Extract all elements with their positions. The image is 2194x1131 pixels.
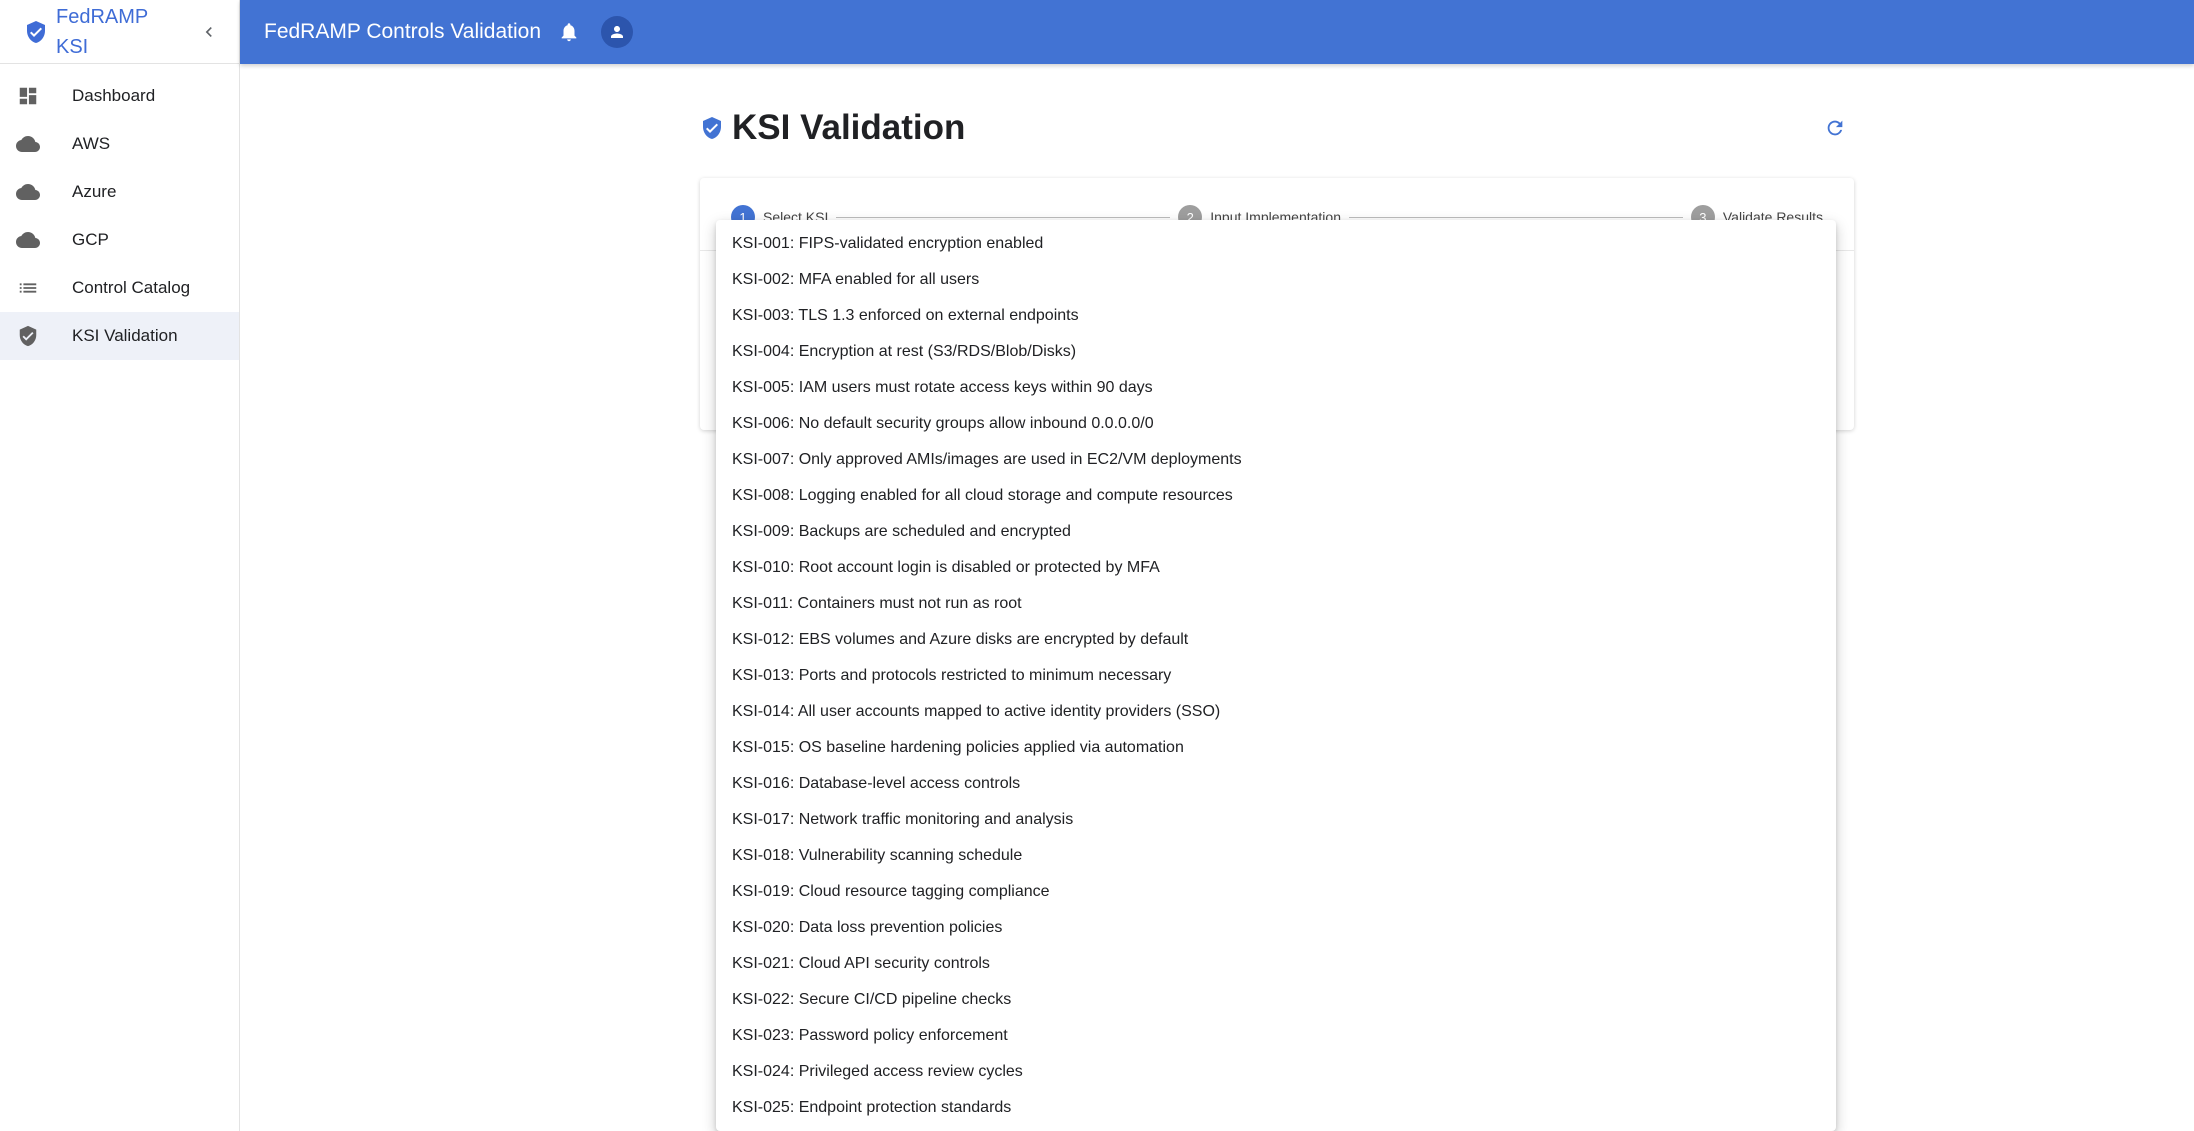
ksi-option[interactable]: KSI-025: Endpoint protection standards xyxy=(716,1090,1836,1126)
ksi-option[interactable]: KSI-023: Password policy enforcement xyxy=(716,1018,1836,1054)
sidebar-item-dashboard[interactable]: Dashboard xyxy=(0,72,239,120)
ksi-option[interactable]: KSI-015: OS baseline hardening policies … xyxy=(716,730,1836,766)
ksi-option[interactable]: KSI-018: Vulnerability scanning schedule xyxy=(716,838,1836,874)
step-connector xyxy=(1349,216,1683,218)
chevron-left-icon xyxy=(205,27,212,37)
ksi-option[interactable]: KSI-013: Ports and protocols restricted … xyxy=(716,658,1836,694)
sidebar-nav: Dashboard AWS Azure GCP Control Catalog xyxy=(0,64,239,360)
ksi-option[interactable]: KSI-005: IAM users must rotate access ke… xyxy=(716,370,1836,406)
ksi-option[interactable]: KSI-009: Backups are scheduled and encry… xyxy=(716,514,1836,550)
person-icon xyxy=(611,26,624,38)
ksi-option[interactable]: KSI-008: Logging enabled for all cloud s… xyxy=(716,478,1836,514)
ksi-option[interactable]: KSI-001: FIPS-validated encryption enabl… xyxy=(716,226,1836,262)
sidebar-item-label: AWS xyxy=(72,134,111,153)
ksi-option[interactable]: KSI-022: Secure CI/CD pipeline checks xyxy=(716,982,1836,1018)
sidebar-item-azure[interactable]: Azure xyxy=(0,168,239,216)
bell-icon xyxy=(561,23,577,42)
app-title: FedRAMP Controls Validation xyxy=(264,20,542,43)
brand-title[interactable]: FedRAMP KSI xyxy=(56,2,176,62)
sidebar-item-aws[interactable]: AWS xyxy=(0,120,239,168)
ksi-option[interactable]: KSI-019: Cloud resource tagging complian… xyxy=(716,874,1836,910)
ksi-option[interactable]: KSI-021: Cloud API security controls xyxy=(716,946,1836,982)
collapse-sidebar-button[interactable] xyxy=(197,20,221,44)
verified-shield-icon xyxy=(16,324,40,348)
cloud-icon xyxy=(16,132,40,156)
refresh-icon xyxy=(1827,120,1843,136)
cloud-icon xyxy=(16,228,40,252)
ksi-option[interactable]: KSI-012: EBS volumes and Azure disks are… xyxy=(716,622,1836,658)
ksi-option[interactable]: KSI-017: Network traffic monitoring and … xyxy=(716,802,1836,838)
sidebar: FedRAMP KSI Dashboard AWS Azure GCP Cont… xyxy=(0,0,240,1131)
sidebar-item-gcp[interactable]: GCP xyxy=(0,216,239,264)
dashboard-icon xyxy=(16,84,40,108)
list-icon xyxy=(16,276,40,300)
page-header: KSI Validation xyxy=(700,108,2093,148)
sidebar-item-label: KSI Validation xyxy=(72,326,178,345)
page-title: KSI Validation xyxy=(732,108,966,147)
cloud-icon xyxy=(16,180,40,204)
sidebar-item-control-catalog[interactable]: Control Catalog xyxy=(0,264,239,312)
ksi-option[interactable]: KSI-010: Root account login is disabled … xyxy=(716,550,1836,586)
ksi-option[interactable]: KSI-003: TLS 1.3 enforced on external en… xyxy=(716,298,1836,334)
ksi-option[interactable]: KSI-016: Database-level access controls xyxy=(716,766,1836,802)
sidebar-item-label: Dashboard xyxy=(72,86,156,105)
top-app-bar: FedRAMP Controls Validation xyxy=(240,0,2194,64)
sidebar-item-ksi-validation[interactable]: KSI Validation xyxy=(0,312,239,360)
ksi-option[interactable]: KSI-024: Privileged access review cycles xyxy=(716,1054,1836,1090)
ksi-option[interactable]: KSI-014: All user accounts mapped to act… xyxy=(716,694,1836,730)
step-connector xyxy=(836,216,1171,218)
sidebar-item-label: Control Catalog xyxy=(72,278,191,297)
ksi-option[interactable]: KSI-006: No default security groups allo… xyxy=(716,406,1836,442)
sidebar-item-label: Azure xyxy=(72,182,117,201)
ksi-option[interactable]: KSI-004: Encryption at rest (S3/RDS/Blob… xyxy=(716,334,1836,370)
notifications-button[interactable] xyxy=(555,18,583,46)
ksi-select-dropdown-menu: KSI-001: FIPS-validated encryption enabl… xyxy=(716,220,1836,1131)
verified-shield-icon xyxy=(27,20,45,43)
verified-shield-icon xyxy=(703,117,721,139)
refresh-button[interactable] xyxy=(1821,114,1849,142)
sidebar-item-label: GCP xyxy=(72,230,109,249)
ksi-option[interactable]: KSI-002: MFA enabled for all users xyxy=(716,262,1836,298)
ksi-option[interactable]: KSI-011: Containers must not run as root xyxy=(716,586,1836,622)
sidebar-header: FedRAMP KSI xyxy=(0,0,239,64)
ksi-option[interactable]: KSI-020: Data loss prevention policies xyxy=(716,910,1836,946)
ksi-option[interactable]: KSI-007: Only approved AMIs/images are u… xyxy=(716,442,1836,478)
account-avatar-button[interactable] xyxy=(601,16,634,48)
